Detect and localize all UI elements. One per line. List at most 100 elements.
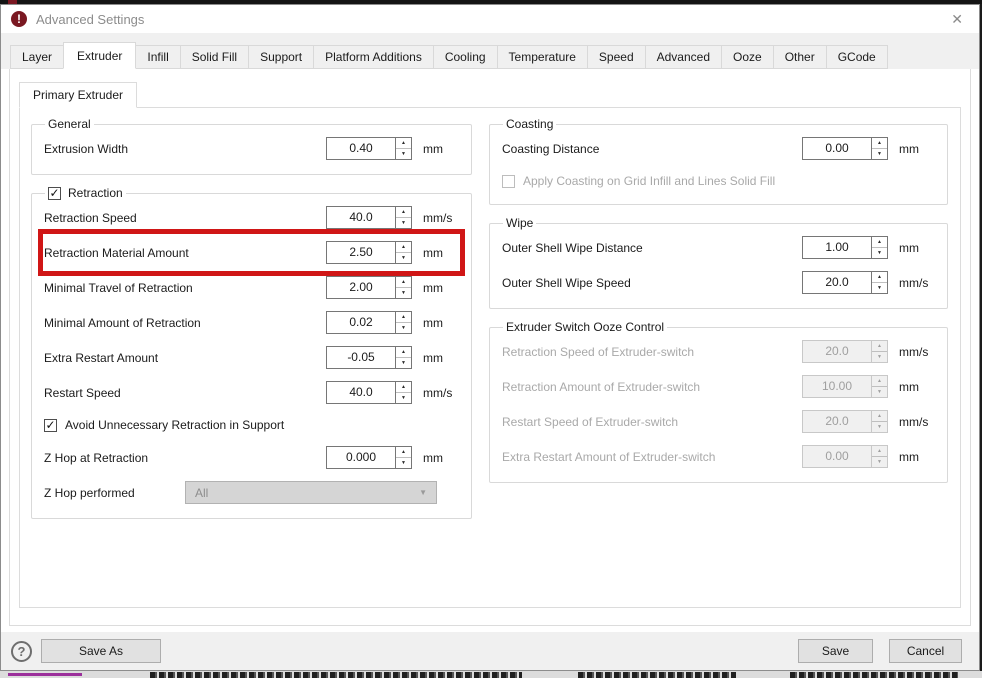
spinner-buttons: ▲ ▼ xyxy=(395,312,411,333)
tab[interactable]: Advanced xyxy=(645,45,722,69)
tab[interactable]: Infill xyxy=(135,45,180,69)
unit-label: mm xyxy=(423,351,459,365)
spinbox-input[interactable]: 0.40 ▲ ▼ xyxy=(326,137,412,160)
spin-up-icon: ▲ xyxy=(872,411,887,422)
zhop-performed-label: Z Hop performed xyxy=(44,486,185,500)
help-button[interactable]: ? xyxy=(11,641,32,662)
spin-down-icon: ▼ xyxy=(872,457,887,467)
spinbox-value: 2.00 xyxy=(327,277,395,298)
spin-up-icon[interactable]: ▲ xyxy=(396,242,411,253)
setting-label: Retraction Material Amount xyxy=(44,246,326,260)
spin-down-icon[interactable]: ▼ xyxy=(396,288,411,298)
dialog-footer: ? Save As Save Cancel xyxy=(1,632,979,670)
setting-label: Restart Speed xyxy=(44,386,326,400)
setting-label: Z Hop at Retraction xyxy=(44,451,326,465)
spinbox-input[interactable]: 2.50 ▲ ▼ xyxy=(326,241,412,264)
spin-up-icon[interactable]: ▲ xyxy=(396,138,411,149)
spin-up-icon[interactable]: ▲ xyxy=(396,447,411,458)
tab[interactable]: Cooling xyxy=(433,45,498,69)
save-as-button[interactable]: Save As xyxy=(41,639,161,663)
left-column: General Extrusion Width 0.40 ▲ ▼ mm ✓ Re… xyxy=(31,115,472,607)
spinbox-input[interactable]: 0.00 ▲ ▼ xyxy=(802,137,888,160)
spin-down-icon[interactable]: ▼ xyxy=(872,248,887,258)
spin-up-icon[interactable]: ▲ xyxy=(396,277,411,288)
tab[interactable]: GCode xyxy=(826,45,888,69)
spinbox-value: 40.0 xyxy=(327,207,395,228)
spinner-buttons: ▲ ▼ xyxy=(871,138,887,159)
tab[interactable]: Platform Additions xyxy=(313,45,434,69)
spin-down-icon[interactable]: ▼ xyxy=(872,149,887,159)
setting-row: Extra Restart Amount -0.05 ▲ ▼ mm xyxy=(44,340,459,375)
tab[interactable]: Temperature xyxy=(497,45,588,69)
setting-row: Restart Speed of Extruder-switch 20.0 ▲ … xyxy=(502,404,935,439)
spin-up-icon[interactable]: ▲ xyxy=(396,347,411,358)
setting-label: Retraction Speed xyxy=(44,211,326,225)
spinner-buttons: ▲ ▼ xyxy=(395,447,411,468)
subtab-row: Primary Extruder xyxy=(19,82,961,107)
spin-down-icon[interactable]: ▼ xyxy=(396,323,411,333)
unit-label: mm xyxy=(423,142,459,156)
spin-down-icon[interactable]: ▼ xyxy=(396,218,411,228)
unit-label: mm xyxy=(899,241,935,255)
spin-up-icon[interactable]: ▲ xyxy=(396,312,411,323)
spin-down-icon[interactable]: ▼ xyxy=(396,458,411,468)
spin-down-icon[interactable]: ▼ xyxy=(396,393,411,403)
tab[interactable]: Extruder xyxy=(63,42,136,69)
spinner-buttons: ▲ ▼ xyxy=(395,382,411,403)
background-window-bottom-sliver xyxy=(0,671,982,678)
tab[interactable]: Support xyxy=(248,45,314,69)
tab[interactable]: Other xyxy=(773,45,827,69)
close-icon[interactable]: ✕ xyxy=(947,10,967,28)
unit-label: mm xyxy=(423,451,459,465)
spinbox-input: 20.0 ▲ ▼ xyxy=(802,340,888,363)
spinbox-input[interactable]: 0.02 ▲ ▼ xyxy=(326,311,412,334)
spinbox-input[interactable]: -0.05 ▲ ▼ xyxy=(326,346,412,369)
retraction-group-title: Retraction xyxy=(68,186,123,200)
spinbox-input[interactable]: 0.000 ▲ ▼ xyxy=(326,446,412,469)
retraction-rows: Retraction Speed 40.0 ▲ ▼ mm/s Retractio… xyxy=(44,200,459,410)
spinbox-value: 10.00 xyxy=(803,376,871,397)
spinbox-input[interactable]: 40.0 ▲ ▼ xyxy=(326,381,412,404)
setting-label: Restart Speed of Extruder-switch xyxy=(502,415,802,429)
apply-coasting-row: Apply Coasting on Grid Infill and Lines … xyxy=(502,166,935,196)
spinner-buttons: ▲ ▼ xyxy=(871,446,887,467)
setting-row: Restart Speed 40.0 ▲ ▼ mm/s xyxy=(44,375,459,410)
zhop-performed-value: All xyxy=(195,486,208,500)
spinbox-input[interactable]: 40.0 ▲ ▼ xyxy=(326,206,412,229)
setting-label: Outer Shell Wipe Distance xyxy=(502,241,802,255)
spin-up-icon[interactable]: ▲ xyxy=(396,207,411,218)
spin-down-icon[interactable]: ▼ xyxy=(872,283,887,293)
save-button[interactable]: Save xyxy=(798,639,873,663)
spinbox-input: 10.00 ▲ ▼ xyxy=(802,375,888,398)
spinner-buttons: ▲ ▼ xyxy=(871,341,887,362)
setting-label: Coasting Distance xyxy=(502,142,802,156)
zhop-performed-combobox: All ▼ xyxy=(185,481,437,504)
avoid-retraction-checkbox[interactable]: ✓ xyxy=(44,419,57,432)
spinner-buttons: ▲ ▼ xyxy=(395,347,411,368)
spinbox-value: 1.00 xyxy=(803,237,871,258)
tab-primary-extruder[interactable]: Primary Extruder xyxy=(19,82,137,108)
window-title: Advanced Settings xyxy=(36,12,144,27)
spin-down-icon[interactable]: ▼ xyxy=(396,358,411,368)
retraction-checkbox[interactable]: ✓ xyxy=(48,187,61,200)
spinner-buttons: ▲ ▼ xyxy=(871,376,887,397)
cancel-button[interactable]: Cancel xyxy=(889,639,962,663)
spin-down-icon: ▼ xyxy=(872,352,887,362)
spin-down-icon[interactable]: ▼ xyxy=(396,253,411,263)
spin-down-icon[interactable]: ▼ xyxy=(396,149,411,159)
spinbox-input[interactable]: 1.00 ▲ ▼ xyxy=(802,236,888,259)
group-wipe-title: Wipe xyxy=(503,216,536,230)
apply-coasting-label: Apply Coasting on Grid Infill and Lines … xyxy=(523,174,775,188)
spinbox-input[interactable]: 20.0 ▲ ▼ xyxy=(802,271,888,294)
unit-label: mm/s xyxy=(899,415,935,429)
spin-up-icon[interactable]: ▲ xyxy=(872,237,887,248)
tab[interactable]: Layer xyxy=(10,45,64,69)
spin-up-icon[interactable]: ▲ xyxy=(872,272,887,283)
spin-up-icon[interactable]: ▲ xyxy=(872,138,887,149)
tab[interactable]: Speed xyxy=(587,45,646,69)
tab[interactable]: Solid Fill xyxy=(180,45,249,69)
tab[interactable]: Ooze xyxy=(721,45,774,69)
spin-up-icon[interactable]: ▲ xyxy=(396,382,411,393)
main-tabbar: LayerExtruderInfillSolid FillSupportPlat… xyxy=(1,33,979,69)
spinbox-input[interactable]: 2.00 ▲ ▼ xyxy=(326,276,412,299)
